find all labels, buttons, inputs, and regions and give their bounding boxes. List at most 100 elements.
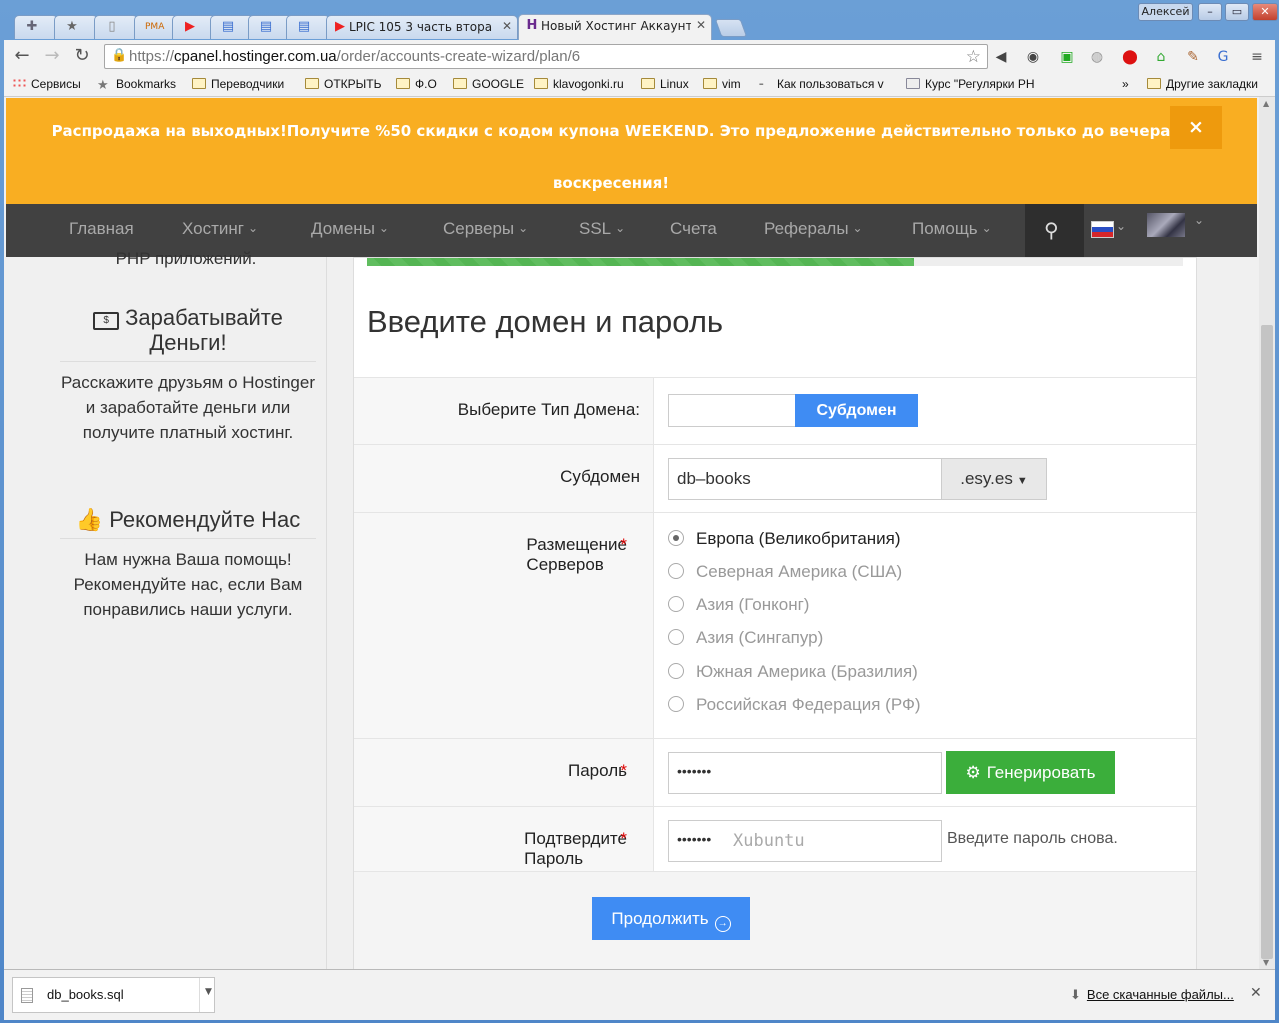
nav-search-button[interactable]: ⚲ (1025, 204, 1084, 257)
bookmark-folder-linux[interactable]: Linux (641, 77, 689, 91)
scroll-down-icon[interactable]: ▼ (1263, 958, 1269, 967)
all-downloads-link[interactable]: ⬇ Все скачанные файлы... (1070, 987, 1234, 1003)
profile-button[interactable]: Алексей (1138, 3, 1193, 21)
recommend-text: Нам нужна Ваша помощь! Рекомендуйте нас,… (73, 550, 303, 619)
server-option-singapore[interactable]: Азия (Сингапур) (668, 628, 823, 648)
page-scrollbar[interactable]: ▲ ▼ (1259, 97, 1275, 969)
menu-icon[interactable]: ≡ (1248, 48, 1266, 66)
domain-type-option-empty[interactable] (668, 394, 796, 427)
ext-evernote-icon[interactable]: ▣ (1058, 48, 1076, 66)
nav-servers[interactable]: Серверы ⌄ (443, 219, 528, 239)
bookmark-regex-course[interactable]: Курс "Регулярки PH (906, 77, 1035, 91)
generate-password-button[interactable]: ⚙ Генерировать (946, 751, 1115, 794)
ext-adblock-icon[interactable]: ⬤ (1121, 48, 1139, 66)
download-item[interactable]: db_books.sql ▼ (12, 977, 215, 1013)
bookmark-folder-fo[interactable]: Ф.О (396, 77, 437, 91)
password-input[interactable]: ••••••• (668, 752, 942, 794)
ext-globe-icon[interactable]: ◍ (1088, 48, 1106, 66)
server-option-north-america[interactable]: Северная Америка (США) (668, 562, 902, 582)
bookmark-folder-klavogonki[interactable]: klavogonki.ru (534, 77, 624, 91)
server-option-hong-kong[interactable]: Азия (Гонконг) (668, 595, 809, 615)
new-tab-button[interactable] (714, 19, 748, 37)
server-option-europe[interactable]: Европа (Великобритания) (668, 529, 901, 549)
bookmark-star-icon[interactable]: ☆ (966, 47, 981, 67)
nav-hosting[interactable]: Хостинг ⌄ (182, 219, 258, 239)
bookmark-folder-google[interactable]: GOOGLE (453, 77, 524, 91)
ext-translate-icon[interactable]: G (1214, 48, 1232, 66)
chevron-down-icon[interactable]: ⌄ (1194, 213, 1204, 227)
tab-doc-3[interactable]: ▤ (286, 15, 330, 39)
domain-type-subdomain-button[interactable]: Субдомен (795, 394, 918, 427)
phpmyadmin-icon: PMA (145, 22, 165, 32)
folder-icon (534, 78, 548, 89)
earn-block: $ Зарабатывайте Деньги! Расскажите друзья… (60, 305, 316, 445)
ext-sound-icon[interactable]: ◀ (992, 48, 1010, 66)
radio-icon (668, 696, 684, 712)
tab-close-icon[interactable]: ✕ (502, 19, 512, 33)
nav-referrals[interactable]: Рефералы ⌄ (764, 219, 863, 239)
close-window-button[interactable]: ✕ (1252, 3, 1278, 21)
language-flag-icon[interactable] (1091, 221, 1114, 238)
recommend-block: 👍 Рекомендуйте Нас Нам нужна Ваша помощь!… (60, 507, 316, 622)
bookmark-apps[interactable]: Сервисы (12, 77, 81, 91)
recommend-title: 👍 Рекомендуйте Нас (60, 507, 316, 539)
server-option-brazil[interactable]: Южная Америка (Бразилия) (668, 662, 918, 682)
address-bar[interactable]: 🔒 https://cpanel.hostinger.com.ua/order/… (104, 44, 988, 69)
server-location-row: Размещение Серверов * Европа (Великобрита… (354, 512, 1196, 739)
server-option-russia[interactable]: Российская Федерация (РФ) (668, 695, 921, 715)
ext-pen-icon[interactable]: ✎ (1184, 48, 1202, 66)
domain-suffix-dropdown[interactable]: .esy.es ▼ (941, 458, 1047, 500)
bookmark-bookmarks[interactable]: ★ Bookmarks (97, 77, 176, 91)
nav-help[interactable]: Помощь ⌄ (912, 219, 992, 239)
youtube-icon: ▶ (185, 19, 195, 34)
back-button[interactable]: ← (12, 46, 32, 66)
chevron-down-icon[interactable]: ⌄ (1116, 219, 1126, 233)
url-text: https://cpanel.hostinger.com.ua/order/ac… (129, 48, 581, 65)
caret-down-icon[interactable]: ▼ (205, 987, 212, 997)
hostinger-icon: H (526, 18, 538, 33)
apps-icon (12, 78, 26, 89)
continue-button[interactable]: Продолжить → (592, 897, 750, 940)
nav-billing[interactable]: Счета (670, 219, 717, 239)
confirm-password-input[interactable]: ••••••• Xubuntu (668, 820, 942, 862)
close-downloads-icon[interactable]: ✕ (1250, 985, 1262, 1001)
bookmark-how-to-use[interactable]: ⁃ Как пользоваться v (758, 77, 884, 91)
wizard-card: Введите домен и пароль Выберите Тип Доме… (353, 257, 1197, 969)
sidebar-cut-text: PHP приложений. (115, 249, 257, 268)
ext-car-icon[interactable]: ◉ (1024, 48, 1042, 66)
nav-home[interactable]: Главная (69, 219, 134, 239)
domain-type-row: Выберите Тип Домена: Субдомен (354, 377, 1196, 445)
tab-bookmarks[interactable]: ★ (54, 15, 98, 39)
bookmark-folder-translators[interactable]: Переводчики (192, 77, 284, 91)
nav-ssl[interactable]: SSL ⌄ (579, 219, 625, 239)
maximize-button[interactable]: ▭ (1225, 3, 1249, 21)
scroll-up-icon[interactable]: ▲ (1263, 99, 1269, 108)
avatar[interactable] (1147, 213, 1185, 237)
caret-down-icon: ▼ (1016, 475, 1028, 487)
money-icon: $ (93, 312, 120, 330)
tab-close-icon[interactable]: ✕ (696, 18, 706, 32)
subdomain-input[interactable]: db–books (668, 458, 942, 500)
bookmark-other[interactable]: Другие закладки (1147, 77, 1258, 91)
tab-lpic[interactable]: ▶ LPIC 105 3 часть втора ✕ (326, 15, 518, 39)
scrollbar-thumb[interactable] (1261, 325, 1273, 959)
file-icon (21, 988, 33, 1003)
doc-icon: ▤ (221, 19, 235, 34)
bookmark-folder-open[interactable]: ОТКРЫТЬ (305, 77, 382, 91)
minimize-button[interactable]: – (1198, 3, 1222, 21)
promo-close-button[interactable]: × (1170, 106, 1222, 149)
forward-button[interactable]: → (42, 46, 62, 66)
bookmarks-overflow-button[interactable]: » (1122, 77, 1129, 91)
wizard-progress-bar (367, 258, 1183, 266)
confirm-password-row: Подтвердите Пароль * ••••••• Xubuntu Введ… (354, 806, 1196, 873)
page-viewport: Распродажа на выходных!Получите %50 скид… (4, 97, 1259, 969)
ext-home-icon[interactable]: ⌂ (1152, 48, 1170, 66)
reload-button[interactable]: ↻ (72, 46, 92, 66)
nav-domains[interactable]: Домены ⌄ (311, 219, 389, 239)
tab-extensions[interactable]: ✚ (14, 15, 58, 39)
folder-icon (641, 78, 655, 89)
tab-blank[interactable]: ▯ (94, 15, 138, 39)
tab-hostinger[interactable]: H Новый Хостинг Аккаунт ✕ (518, 14, 712, 40)
bookmark-folder-vim[interactable]: vim (703, 77, 741, 91)
chevron-down-icon: ⌄ (518, 221, 529, 235)
